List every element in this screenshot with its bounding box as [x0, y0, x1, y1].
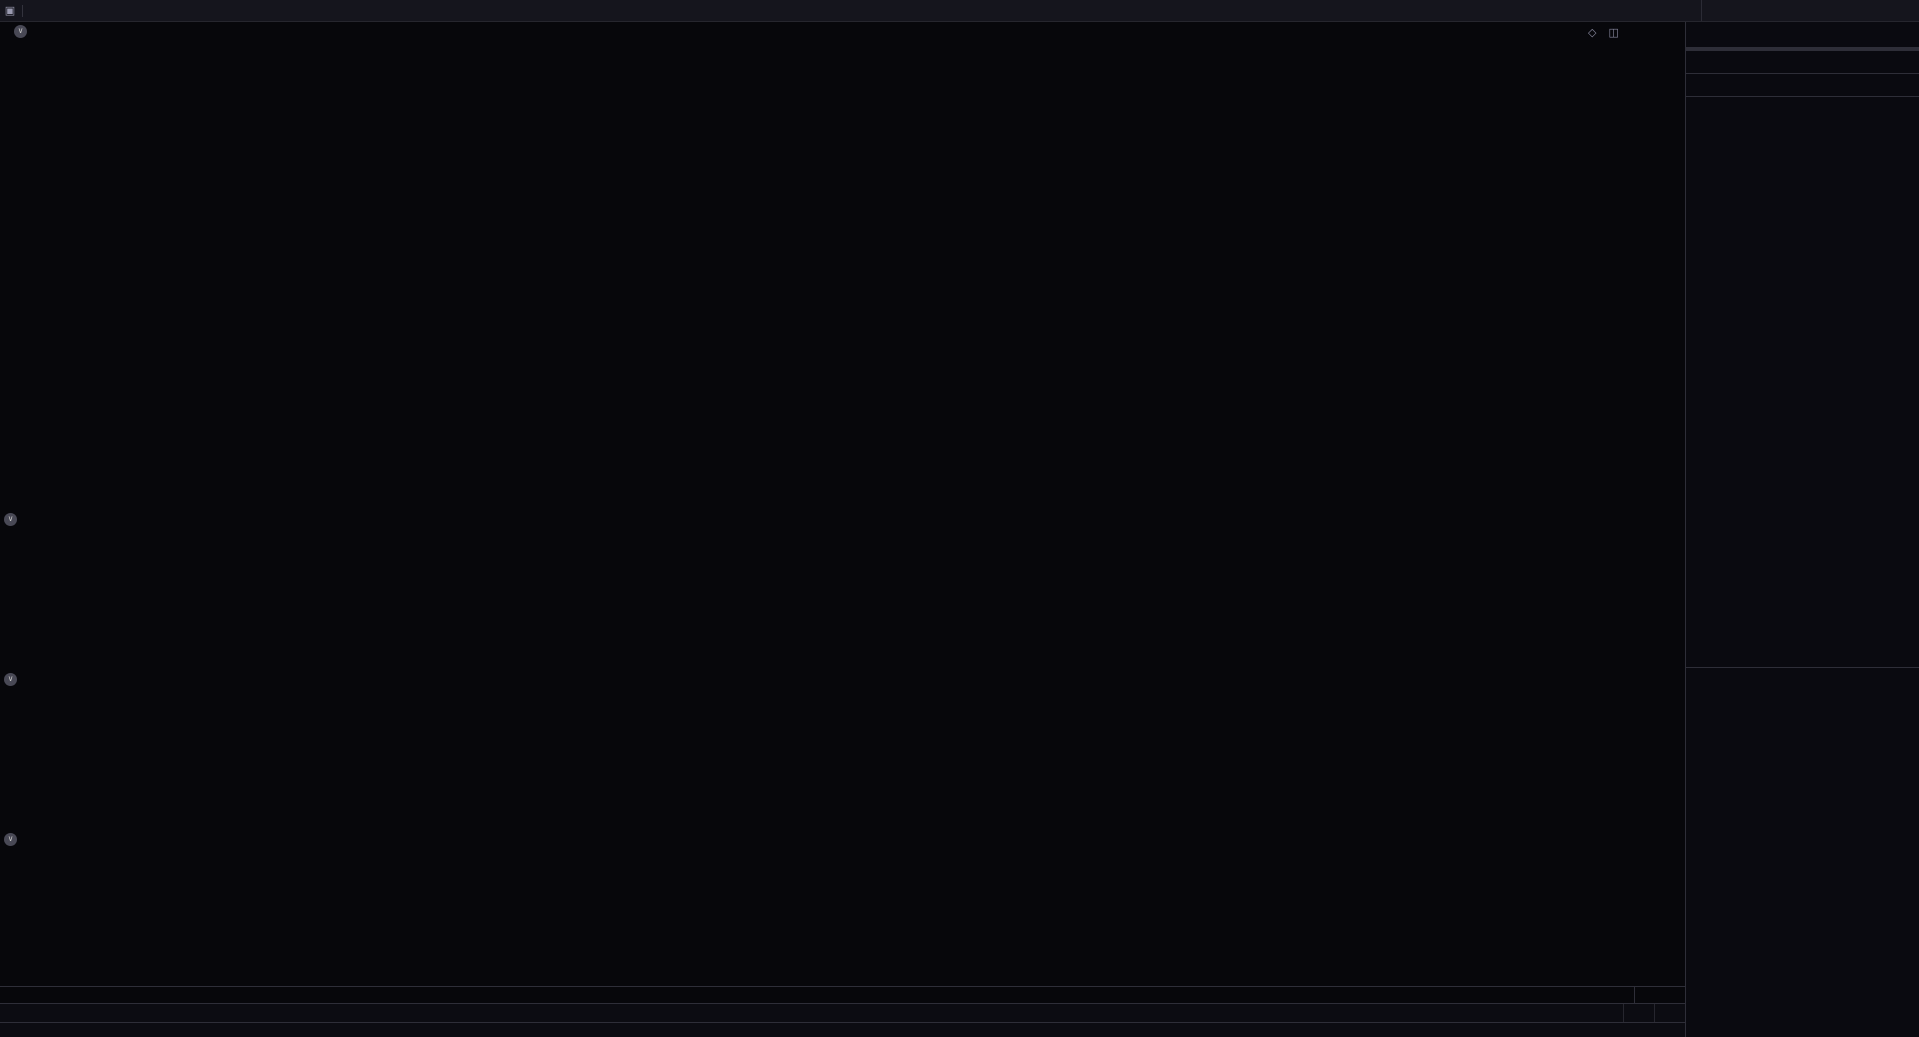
zoom-in-button[interactable]	[1623, 1004, 1654, 1022]
panel-bottom-tabs	[1686, 667, 1919, 682]
macd-pane-header: ∨	[4, 513, 57, 526]
rsi-pane-header: ∨	[4, 833, 57, 846]
rsi-collapse-icon[interactable]: ∨	[4, 833, 17, 846]
bottom-right-items	[1641, 1023, 1685, 1037]
template-box	[1593, 1003, 1685, 1022]
bottom-status-row	[0, 1022, 1685, 1037]
diamond-icon[interactable]: ◇	[1588, 26, 1596, 39]
chart-title-row: ∨	[0, 22, 1634, 40]
indicator-collapse-icon[interactable]: ∨	[14, 25, 27, 38]
zoom-out-button[interactable]	[1654, 1004, 1685, 1022]
kdj-collapse-icon[interactable]: ∨	[4, 673, 17, 686]
x-axis-row	[0, 986, 1634, 1004]
window-layout-icon[interactable]: ▣	[0, 4, 20, 17]
top-menu-bar: ▣	[0, 0, 1919, 22]
template-button[interactable]	[1593, 1004, 1623, 1022]
stock-identity	[1701, 0, 1919, 21]
indicator-tabs-row	[0, 1003, 1593, 1022]
trading-status	[1686, 73, 1919, 97]
kdj-pane-header: ∨	[4, 673, 57, 686]
quote-panel	[1685, 21, 1919, 1037]
chart-corner-icons: ◇ ◫	[1588, 26, 1619, 39]
weibi-row	[1686, 21, 1919, 48]
period-axis-label	[1634, 986, 1685, 1003]
tdx-app-window: ▣ ∨ ◇ ◫ ∨ ∨	[0, 0, 1919, 1037]
divider	[22, 5, 23, 17]
tdx-promo-line[interactable]	[1686, 50, 1919, 73]
chart-canvas[interactable]	[0, 0, 1685, 1037]
macd-collapse-icon[interactable]: ∨	[4, 513, 17, 526]
top-right-menu	[1701, 0, 1919, 21]
split-window-icon[interactable]: ◫	[1608, 26, 1618, 39]
tick-list[interactable]	[1686, 97, 1919, 667]
